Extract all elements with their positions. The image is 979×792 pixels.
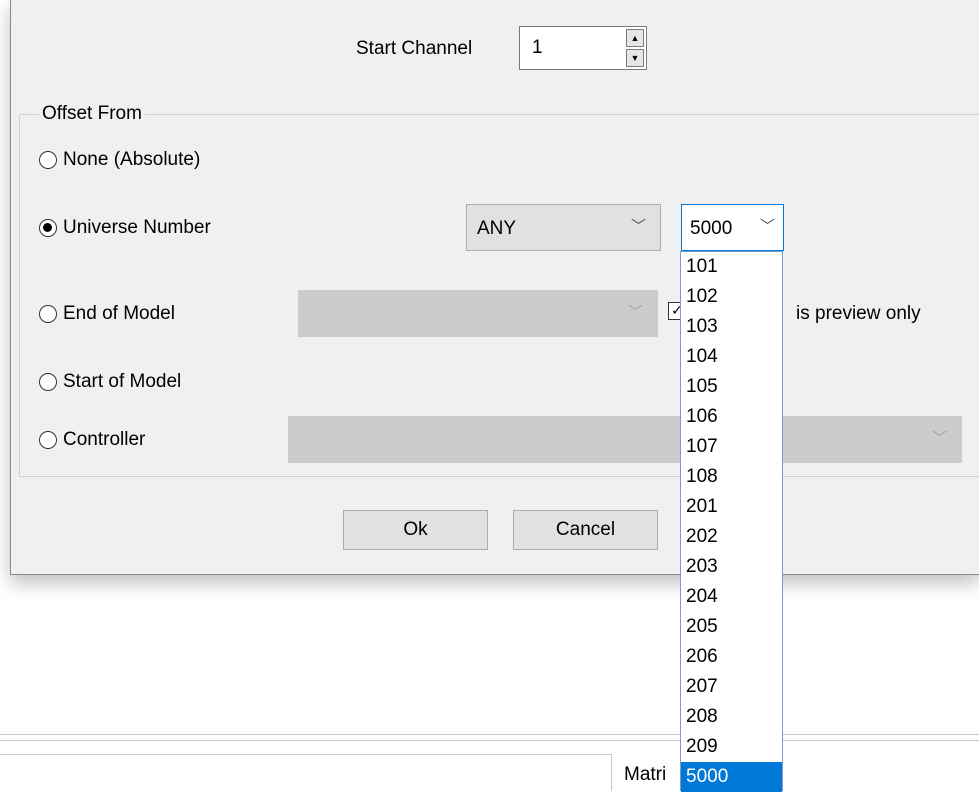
radio-start-of-model[interactable]: Start of Model bbox=[39, 371, 181, 393]
preview-only-label: is preview only bbox=[796, 303, 921, 324]
dropdown-item[interactable]: 107 bbox=[681, 432, 782, 462]
radio-end-of-model[interactable]: End of Model bbox=[39, 303, 175, 325]
start-channel-value[interactable]: 1 bbox=[532, 37, 543, 59]
dropdown-item[interactable]: 104 bbox=[681, 342, 782, 372]
status-text: Matri bbox=[624, 764, 667, 785]
dropdown-item[interactable]: 205 bbox=[681, 612, 782, 642]
dropdown-item[interactable]: 208 bbox=[681, 702, 782, 732]
radio-circle-icon[interactable] bbox=[39, 151, 57, 169]
start-channel-spinner[interactable]: 1 ▲ ▼ bbox=[519, 26, 647, 70]
controller-combo[interactable]: ﹀ bbox=[288, 416, 962, 463]
start-channel-label: Start Channel bbox=[356, 38, 473, 59]
radio-circle-icon[interactable] bbox=[39, 431, 57, 449]
radio-circle-checked-icon[interactable] bbox=[39, 219, 57, 237]
cancel-button[interactable]: Cancel bbox=[513, 510, 658, 550]
dropdown-item[interactable]: 102 bbox=[681, 282, 782, 312]
radio-universe-number[interactable]: Universe Number bbox=[39, 217, 211, 239]
dropdown-item[interactable]: 209 bbox=[681, 732, 782, 762]
chevron-down-icon[interactable]: ﹀ bbox=[760, 215, 775, 236]
universe-number-value: 5000 bbox=[690, 218, 733, 239]
radio-controller-label: Controller bbox=[63, 429, 146, 450]
universe-number-combo[interactable]: 5000 ﹀ bbox=[681, 204, 784, 251]
dropdown-item[interactable]: 201 bbox=[681, 492, 782, 522]
dropdown-item[interactable]: 106 bbox=[681, 402, 782, 432]
dropdown-item[interactable]: 103 bbox=[681, 312, 782, 342]
radio-start-of-model-label: Start of Model bbox=[63, 371, 182, 392]
chevron-down-icon[interactable]: ﹀ bbox=[631, 215, 646, 236]
dropdown-item[interactable]: 206 bbox=[681, 642, 782, 672]
radio-none-absolute-label: None (Absolute) bbox=[63, 149, 201, 170]
dropdown-item[interactable]: 203 bbox=[681, 552, 782, 582]
dropdown-item[interactable]: 101 bbox=[681, 252, 782, 282]
offset-from-title: Offset From bbox=[39, 103, 145, 125]
universe-protocol-value: ANY bbox=[477, 218, 517, 239]
status-bar-panel: Matri bbox=[611, 754, 979, 791]
spin-down-icon[interactable]: ▼ bbox=[626, 49, 644, 67]
dropdown-item[interactable]: 204 bbox=[681, 582, 782, 612]
radio-circle-icon[interactable] bbox=[39, 305, 57, 323]
ok-button[interactable]: Ok bbox=[343, 510, 488, 550]
universe-number-dropdown-list[interactable]: 101 102 103 104 105 106 107 108 201 202 203 204 205 2… bbox=[680, 251, 783, 792]
radio-controller[interactable]: Controller bbox=[39, 429, 145, 451]
background-divider bbox=[0, 740, 979, 741]
spin-up-icon[interactable]: ▲ bbox=[626, 29, 644, 47]
dropdown-item[interactable]: 5000 bbox=[681, 762, 782, 792]
radio-universe-number-label: Universe Number bbox=[63, 217, 211, 238]
chevron-down-icon: ﹀ bbox=[931, 430, 947, 447]
dropdown-item[interactable]: 105 bbox=[681, 372, 782, 402]
radio-none-absolute[interactable]: None (Absolute) bbox=[39, 149, 200, 171]
radio-end-of-model-label: End of Model bbox=[63, 303, 175, 324]
dropdown-item[interactable]: 207 bbox=[681, 672, 782, 702]
radio-circle-icon[interactable] bbox=[39, 373, 57, 391]
universe-protocol-combo[interactable]: ANY ﹀ bbox=[466, 204, 661, 251]
dropdown-item[interactable]: 108 bbox=[681, 462, 782, 492]
channel-offset-dialog: Start Channel 1 ▲ ▼ Offset From None (Ab… bbox=[10, 0, 979, 575]
background-divider bbox=[0, 734, 979, 735]
dropdown-item[interactable]: 202 bbox=[681, 522, 782, 552]
chevron-down-icon: ﹀ bbox=[627, 304, 643, 321]
end-of-model-combo[interactable]: ﹀ bbox=[298, 290, 658, 337]
